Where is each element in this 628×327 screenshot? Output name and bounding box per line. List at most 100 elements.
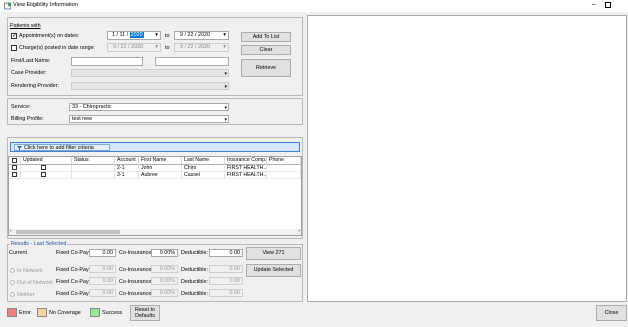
in-network-radio[interactable] [10, 268, 15, 273]
scrollbar-thumb[interactable] [16, 230, 120, 234]
retrieve-button[interactable]: Retrieve [241, 59, 291, 77]
chevron-down-icon: ▾ [224, 84, 227, 90]
filter-button[interactable]: Click here to add filter criteria [14, 144, 110, 151]
select-all-checkbox[interactable] [12, 158, 17, 163]
close-button[interactable]: Close [596, 305, 627, 321]
neither-deduct-field[interactable]: 0.00 [209, 289, 243, 297]
cell-first-name: Aubree [139, 172, 182, 179]
success-label: Success [102, 310, 123, 316]
minimize-button[interactable]: – [588, 0, 600, 11]
out-network-label: Out of Network [17, 280, 53, 286]
chevron-down-icon: ▾ [224, 105, 227, 111]
out-copay-label: Fixed Co-Pay: [56, 279, 91, 285]
case-provider-label: Case Provider: [11, 70, 47, 76]
appt-to-date[interactable]: 9 / 22 / 2020 ▾ [174, 31, 229, 40]
error-swatch [7, 308, 17, 317]
chevron-down-icon[interactable]: ▾ [155, 32, 158, 39]
current-deduct-label: Deductible: [181, 250, 208, 256]
in-coins-field[interactable]: 0.00% [151, 265, 178, 273]
chevron-down-icon: ▾ [155, 44, 158, 50]
case-provider-select[interactable]: ▾ [71, 69, 229, 77]
out-network-radio[interactable] [10, 280, 15, 285]
rendering-provider-label: Rendering Provider: [11, 83, 59, 89]
out-copay-field[interactable]: 0.00 [89, 277, 116, 285]
appt-from-date[interactable]: 1 / 11 / 2020 ▾ [107, 31, 161, 40]
last-name-input[interactable] [155, 57, 229, 66]
cell-phone [267, 165, 301, 172]
col-header-updated[interactable]: Updated [21, 157, 72, 165]
row-select-checkbox[interactable] [12, 165, 17, 170]
cell-first-name: John [139, 165, 182, 172]
first-name-input[interactable] [71, 57, 143, 66]
col-header-account[interactable]: Account [115, 157, 139, 165]
cell-account: 3-1 [115, 172, 139, 179]
filter-bar[interactable]: Click here to add filter criteria [10, 142, 300, 152]
neither-coins-label: Co-Insurance: [119, 291, 153, 297]
scroll-right-icon[interactable]: › [298, 228, 300, 234]
scroll-left-icon[interactable]: ‹ [10, 228, 12, 234]
row-select-checkbox[interactable] [12, 172, 17, 177]
patient-grid[interactable]: Updated Status Account First Name Last N… [8, 156, 302, 236]
col-header-phone[interactable]: Phone [267, 157, 301, 165]
cell-last-name: Chiro [182, 165, 225, 172]
chevron-down-icon: ▾ [224, 117, 227, 123]
billing-profile-select[interactable]: test new ▾ [69, 115, 229, 123]
appointments-checkbox[interactable]: ✓ [11, 33, 17, 39]
to-label-1: to [165, 33, 170, 39]
current-copay-field[interactable]: 0.00 [89, 249, 116, 257]
success-swatch [90, 308, 100, 317]
chevron-down-icon[interactable]: ▾ [223, 32, 226, 39]
table-row[interactable]: 3-1 Aubree Cassel FIRST HEALTH... [9, 172, 301, 179]
cell-last-name: Cassel [182, 172, 225, 179]
filter-icon [17, 145, 22, 151]
neither-radio[interactable] [10, 292, 15, 297]
update-selected-button[interactable]: Update Selected [246, 264, 301, 277]
neither-copay-field[interactable]: 0.00 [89, 289, 116, 297]
current-coins-label: Co-Insurance: [119, 250, 153, 256]
to-label-2: to [165, 45, 170, 51]
chevron-down-icon: ▾ [224, 71, 227, 77]
charges-checkbox[interactable] [11, 45, 17, 51]
service-select[interactable]: 33 - Chiropractic ▾ [69, 103, 229, 111]
out-deduct-field[interactable]: 0.00 [209, 277, 243, 285]
current-label: Current [9, 250, 27, 256]
col-header-last-name[interactable]: Last Name [182, 157, 225, 165]
charges-to-date[interactable]: 9 / 22 / 2020 ▾ [174, 43, 229, 52]
charges-from-date[interactable]: 9 / 22 / 2020 ▾ [107, 43, 161, 52]
clear-button[interactable]: Clear [241, 45, 291, 55]
rendering-provider-select[interactable]: ▾ [71, 82, 229, 90]
current-coins-field[interactable]: 0.00% [151, 249, 178, 257]
in-copay-field[interactable]: 0.00 [89, 265, 116, 273]
view-271-button[interactable]: View 271 [246, 247, 301, 260]
horizontal-scrollbar[interactable]: ‹ › [9, 228, 301, 235]
out-coins-field[interactable]: 0.00% [151, 277, 178, 285]
table-row[interactable]: 2-1 John Chiro FIRST HEALTH... [9, 165, 301, 172]
current-copay-label: Fixed Co-Pay: [56, 250, 91, 256]
maximize-button[interactable] [605, 2, 611, 8]
chevron-down-icon: ▾ [223, 44, 226, 50]
in-deduct-field[interactable]: 0.00 [209, 265, 243, 273]
col-header-insurance[interactable]: Insurance Comp... [225, 157, 267, 165]
add-to-list-button[interactable]: Add To List [241, 32, 291, 42]
row-updated-checkbox[interactable] [41, 165, 46, 170]
no-coverage-label: No Coverage [49, 310, 81, 316]
col-header-first-name[interactable]: First Name [139, 157, 182, 165]
cell-status [72, 165, 115, 172]
appointments-label: Appointment(s) on dates: [19, 33, 80, 39]
charges-label: Charge(s) posted in date range: [19, 45, 96, 51]
error-label: Error [19, 310, 31, 316]
cell-account: 2-1 [115, 165, 139, 172]
name-label: First/Last Name: [11, 58, 51, 64]
reset-to-defaults-button[interactable]: Reset to Defaults [130, 305, 160, 321]
col-header-status[interactable]: Status [72, 157, 115, 165]
neither-coins-field[interactable]: 0.00% [151, 289, 178, 297]
current-deduct-field[interactable]: 0.00 [209, 249, 243, 257]
cell-status [72, 172, 115, 179]
neither-copay-label: Fixed Co-Pay: [56, 291, 91, 297]
cell-insurance: FIRST HEALTH... [225, 165, 267, 172]
in-coins-label: Co-Insurance: [119, 267, 153, 273]
col-header-select[interactable] [9, 157, 21, 165]
row-updated-checkbox[interactable] [41, 172, 46, 177]
in-network-label: In Network [17, 268, 43, 274]
title-bar: View Eligibility Information – [0, 0, 628, 12]
